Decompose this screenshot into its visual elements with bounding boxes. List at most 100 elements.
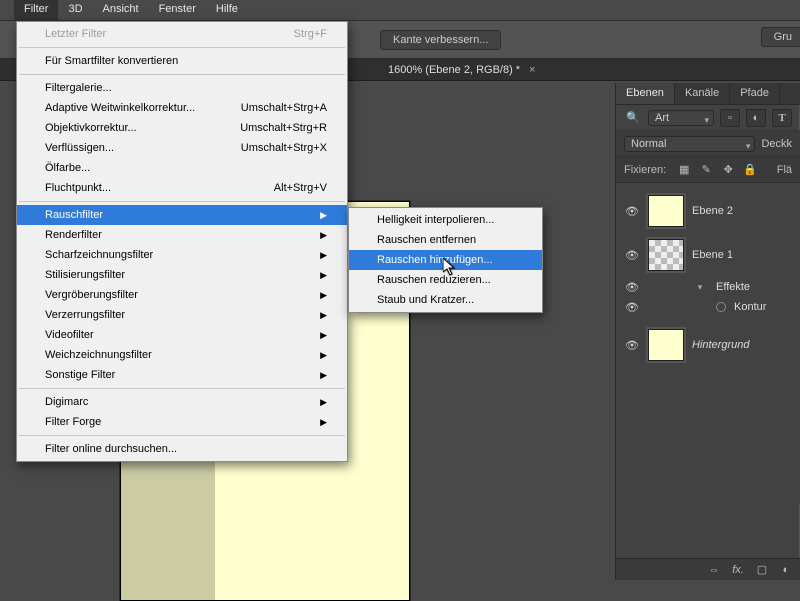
menu-item-weichzeichen[interactable]: Weichzeichnungsfilter▶ [17, 345, 347, 365]
effects-label: Effekte [716, 281, 750, 293]
visibility-icon[interactable]: 👁 [624, 249, 640, 262]
menu-item-verzerr[interactable]: Verzerrungsfilter▶ [17, 305, 347, 325]
layer-name[interactable]: Ebene 1 [692, 249, 733, 261]
layer-thumb[interactable] [648, 239, 684, 271]
menu-item-sonstige[interactable]: Sonstige Filter▶ [17, 365, 347, 385]
menu-item-digimarc[interactable]: Digimarc▶ [17, 392, 347, 412]
blend-mode-label: Normal [631, 138, 666, 150]
menu-item-fluchtpunkt[interactable]: Fluchtpunkt...Alt+Strg+V [17, 178, 347, 198]
filter-row: 🔍 Art ▾ ▫ ◐ T [616, 105, 800, 131]
lock-transparent-icon[interactable]: ▦ [676, 162, 692, 178]
menu-item-renderfilter[interactable]: Renderfilter▶ [17, 225, 347, 245]
effect-name: Kontur [734, 301, 766, 313]
link-icon[interactable]: ⇔ [706, 562, 722, 578]
submenu-hinzufuegen[interactable]: Rauschen hinzufügen... [349, 250, 542, 270]
layer-row[interactable]: 👁 Ebene 2 [616, 189, 800, 233]
art-select[interactable]: Art ▾ [648, 110, 714, 126]
layer-row[interactable]: 👁 Ebene 1 [616, 233, 800, 277]
menu-separator [19, 201, 345, 202]
filter-adjust-icon[interactable]: ◐ [746, 109, 766, 127]
fix-label: Fixieren: [624, 164, 666, 176]
chevron-right-icon: ▶ [320, 250, 327, 261]
submenu-reduzieren[interactable]: Rauschen reduzieren... [349, 270, 542, 290]
layer-effects-header[interactable]: 👁 ▾ Effekte [616, 277, 800, 297]
layers-footer: ⇔ fx. ▢ ◐ [616, 558, 800, 580]
visibility-icon[interactable]: 👁 [624, 281, 640, 294]
menu-item-smartfilter[interactable]: Für Smartfilter konvertieren [17, 51, 347, 71]
chevron-right-icon: ▶ [320, 210, 327, 221]
visibility-icon[interactable]: 👁 [624, 205, 640, 218]
document-tab[interactable]: 1600% (Ebene 2, RGB/8) * × [380, 64, 544, 76]
menu-item-video[interactable]: Videofilter▶ [17, 325, 347, 345]
document-tab-label: 1600% (Ebene 2, RGB/8) * [388, 64, 520, 76]
chevron-down-icon: ▾ [704, 115, 709, 126]
chevron-down-icon: ▾ [746, 141, 751, 152]
adjust-icon[interactable]: ◐ [778, 562, 794, 578]
layer-thumb[interactable] [648, 195, 684, 227]
chevron-right-icon: ▶ [320, 370, 327, 381]
blend-row: Normal ▾ Deckk [616, 131, 800, 157]
menu-item-letzter-filter[interactable]: Letzter FilterStrg+F [17, 24, 347, 44]
layer-thumb[interactable] [648, 329, 684, 361]
submenu-staub[interactable]: Staub und Kratzer... [349, 290, 542, 310]
close-icon[interactable]: × [529, 64, 535, 76]
tab-ebenen[interactable]: Ebenen [616, 83, 675, 104]
menu-item-scharf[interactable]: Scharfzeichnungsfilter▶ [17, 245, 347, 265]
lock-row: Fixieren: ▦ ✎ ✥ 🔒 Flä [616, 157, 800, 183]
layer-row[interactable]: 👁 Hintergrund [616, 323, 800, 367]
menu-separator [19, 74, 345, 75]
menu-item-filterforge[interactable]: Filter Forge▶ [17, 412, 347, 432]
blend-mode-select[interactable]: Normal ▾ [624, 136, 755, 152]
menu-separator [19, 47, 345, 48]
refine-edge-button[interactable]: Kante verbessern... [380, 30, 501, 50]
tab-kanaele[interactable]: Kanäle [675, 83, 730, 104]
filter-type-icon[interactable]: T [772, 109, 792, 127]
menu-item-vergroeb[interactable]: Vergröberungsfilter▶ [17, 285, 347, 305]
menu-separator [19, 388, 345, 389]
menu-3d[interactable]: 3D [58, 0, 92, 20]
chevron-right-icon: ▶ [320, 230, 327, 241]
tab-pfade[interactable]: Pfade [730, 83, 780, 104]
rauschfilter-submenu: Helligkeit interpolieren... Rauschen ent… [348, 207, 543, 313]
submenu-helligkeit[interactable]: Helligkeit interpolieren... [349, 210, 542, 230]
filter-image-icon[interactable]: ▫ [720, 109, 740, 127]
menu-hilfe[interactable]: Hilfe [206, 0, 248, 20]
fx-icon[interactable]: fx. [730, 562, 746, 578]
submenu-entfernen[interactable]: Rauschen entfernen [349, 230, 542, 250]
layer-name[interactable]: Ebene 2 [692, 205, 733, 217]
layer-effect-item[interactable]: 👁 Kontur [616, 297, 800, 317]
menu-item-stil[interactable]: Stilisierungsfilter▶ [17, 265, 347, 285]
mask-icon[interactable]: ▢ [754, 562, 770, 578]
menu-item-objektiv[interactable]: Objektivkorrektur...Umschalt+Strg+R [17, 118, 347, 138]
chevron-down-icon[interactable]: ▾ [692, 282, 708, 293]
menu-fenster[interactable]: Fenster [149, 0, 206, 20]
menu-item-weitwinkel[interactable]: Adaptive Weitwinkelkorrektur...Umschalt+… [17, 98, 347, 118]
chevron-right-icon: ▶ [320, 290, 327, 301]
chevron-right-icon: ▶ [320, 310, 327, 321]
art-select-label: Art [655, 112, 669, 124]
lock-paint-icon[interactable]: ✎ [698, 162, 714, 178]
group-button[interactable]: Gru [761, 27, 800, 47]
menubar: Filter 3D Ansicht Fenster Hilfe [0, 0, 800, 21]
menu-item-online[interactable]: Filter online durchsuchen... [17, 439, 347, 459]
layers-list: 👁 Ebene 2 👁 Ebene 1 👁 ▾ Effekte 👁 Kontur… [616, 183, 800, 503]
menu-ansicht[interactable]: Ansicht [93, 0, 149, 20]
lock-all-icon[interactable]: 🔒 [742, 162, 758, 178]
effect-dot-icon [716, 302, 726, 312]
menu-item-filtergalerie[interactable]: Filtergalerie... [17, 78, 347, 98]
visibility-icon[interactable]: 👁 [624, 301, 640, 314]
layer-name[interactable]: Hintergrund [692, 339, 749, 351]
visibility-icon[interactable]: 👁 [624, 339, 640, 352]
menu-item-oelfarbe[interactable]: Ölfarbe... [17, 158, 347, 178]
chevron-right-icon: ▶ [320, 397, 327, 408]
menu-item-rauschfilter[interactable]: Rauschfilter▶ [17, 205, 347, 225]
filter-menu: Letzter FilterStrg+F Für Smartfilter kon… [16, 21, 348, 462]
search-icon[interactable]: 🔍 [624, 109, 642, 127]
opacity-label: Deckk [761, 138, 792, 150]
chevron-right-icon: ▶ [320, 350, 327, 361]
menu-item-verfluessigen[interactable]: Verflüssigen...Umschalt+Strg+X [17, 138, 347, 158]
chevron-right-icon: ▶ [320, 330, 327, 341]
lock-move-icon[interactable]: ✥ [720, 162, 736, 178]
fill-label: Flä [777, 164, 792, 176]
menu-filter[interactable]: Filter [14, 0, 58, 20]
